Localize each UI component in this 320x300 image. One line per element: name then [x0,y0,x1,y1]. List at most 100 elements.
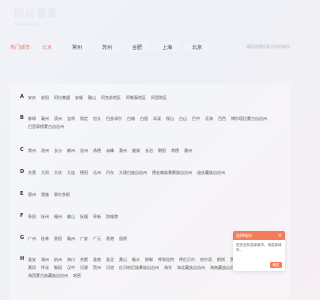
city-link[interactable]: 抚州 [41,213,49,221]
city-link[interactable]: 福州 [54,213,62,221]
city-link[interactable]: 淮安 [28,256,36,264]
city-link[interactable]: 承德 [93,147,101,155]
city-link[interactable]: 赣州 [67,235,75,243]
city-link[interactable]: 朝阳 [158,147,166,155]
city-link[interactable]: 迪庆藏族自治州 [197,169,225,177]
city-link[interactable]: 淮北 [106,256,114,264]
city-link[interactable]: 巴中 [192,115,200,123]
site-logo-title[interactable]: 网站管家 [14,5,58,20]
city-link[interactable]: 恩施 [41,191,49,199]
city-link[interactable]: 安阳 [41,94,49,102]
city-link[interactable]: 哈尔滨 [200,256,212,264]
city-link[interactable]: 贵港 [106,235,114,243]
city-link[interactable]: 丹东 [106,169,114,177]
city-link[interactable]: 巢湖 [132,147,140,155]
city-link[interactable]: 合肥 [80,256,88,264]
city-link[interactable]: 长沙 [54,147,62,155]
city-link[interactable]: 大理白族自治州 [119,169,147,177]
city-link[interactable]: 哈密 [73,272,81,280]
city-link[interactable]: 鄂州 [28,191,36,199]
city-link[interactable]: 安庆 [28,94,36,102]
city-link[interactable]: 阜新 [93,213,101,221]
city-link[interactable]: 常德 [171,147,179,155]
city-link[interactable]: 海西蒙古族藏族自治州 [28,272,68,280]
city-link[interactable]: 黄冈 [28,264,36,272]
city-link[interactable]: 淮南 [93,256,101,264]
city-link[interactable]: 鄂尔多斯 [54,191,70,199]
city-link[interactable]: 大庆 [54,169,62,177]
city-link[interactable]: 白山 [179,115,187,123]
city-link[interactable]: 固原 [119,235,127,243]
hot-city-chip[interactable]: 上海 [154,42,180,52]
confirm-button[interactable]: 确定 [270,262,282,268]
city-link[interactable]: 郴州 [67,147,75,155]
city-link[interactable]: 潮州 [184,147,192,155]
hot-city-chip[interactable]: 北京 [34,42,60,52]
city-link[interactable]: 赤峰 [106,147,114,155]
hot-city-chip[interactable]: 北京 [184,42,210,52]
city-link[interactable]: 桂林 [41,235,49,243]
city-link[interactable]: 怀化 [41,264,49,272]
city-link[interactable]: 海口 [67,256,75,264]
city-link[interactable]: 红河哈尼族彝族自治州 [119,264,159,272]
hot-city-chip[interactable]: 合肥 [124,42,150,52]
city-link[interactable]: 呼伦贝尔 [179,256,195,264]
city-link[interactable]: 黄山 [119,256,127,264]
city-link[interactable]: 贺州 [93,264,101,272]
city-link[interactable]: 呼和浩特 [158,256,174,264]
city-link[interactable]: 巴音郭楞蒙古自治州 [28,123,64,131]
city-link[interactable]: 博尔塔拉蒙古自治州 [231,115,267,123]
city-link[interactable]: 长治 [145,147,153,155]
city-link[interactable]: 滨州 [54,115,62,123]
hot-city-chip[interactable]: 常州 [64,42,90,52]
city-link[interactable]: 阿勒泰地区 [126,94,146,102]
city-link[interactable]: 衡阳 [54,264,62,272]
city-link[interactable]: 鞍山 [88,94,96,102]
city-link[interactable]: 白城 [127,115,135,123]
city-link[interactable]: 邯郸 [145,256,153,264]
hot-city-chip[interactable]: 苏州 [94,42,120,52]
city-link[interactable]: 汉中 [67,264,75,272]
city-link[interactable]: 阜阳 [28,213,36,221]
city-link[interactable]: 湖州 [41,256,49,264]
city-link[interactable]: 防城港 [106,213,118,221]
city-link[interactable]: 蚌埠 [28,115,36,123]
city-link[interactable]: 德宏傣族景颇族自治州 [152,169,192,177]
city-link[interactable]: 广安 [80,235,88,243]
city-link[interactable]: 海东 [164,264,172,272]
city-link[interactable]: 抚顺 [80,213,88,221]
city-link[interactable]: 亳州 [41,115,49,123]
city-link[interactable]: 沧州 [80,147,88,155]
city-link[interactable]: 佛山 [67,213,75,221]
city-link[interactable]: 河池 [106,264,114,272]
city-link[interactable]: 德阳 [80,169,88,177]
city-link[interactable]: 白银 [140,115,148,123]
city-link[interactable]: 阿拉善盟 [54,94,70,102]
city-link[interactable]: 广州 [28,235,36,243]
city-link[interactable]: 达州 [93,169,101,177]
city-link[interactable]: 滁州 [119,147,127,155]
city-link[interactable]: 宝鸡 [67,115,75,123]
city-link[interactable]: 衡水 [132,256,140,264]
city-link[interactable]: 鹤岗 [217,256,225,264]
city-link[interactable]: 东营 [28,169,36,177]
city-link[interactable]: 包头 [93,115,101,123]
city-link[interactable]: 保定 [80,115,88,123]
city-link[interactable]: 安顺 [75,94,83,102]
city-link[interactable]: 阿克苏地区 [101,94,121,102]
city-link[interactable]: 海北藏族自治州 [177,264,205,272]
city-link[interactable]: 池州 [41,147,49,155]
city-link[interactable]: 贵阳 [54,235,62,243]
city-link[interactable]: 常州 [28,147,36,155]
city-link[interactable]: 北海 [205,115,213,123]
city-link[interactable]: 河源 [80,264,88,272]
city-link[interactable]: 大同 [41,169,49,177]
city-link[interactable]: 阿里地区 [151,94,167,102]
city-link[interactable]: 杭州 [54,256,62,264]
city-link[interactable]: 广元 [93,235,101,243]
city-link[interactable]: 大连 [67,169,75,177]
city-link[interactable]: 本溪 [153,115,161,123]
close-icon[interactable]: × [278,233,282,239]
city-link[interactable]: 百色 [218,115,226,123]
city-link[interactable]: 保山 [166,115,174,123]
